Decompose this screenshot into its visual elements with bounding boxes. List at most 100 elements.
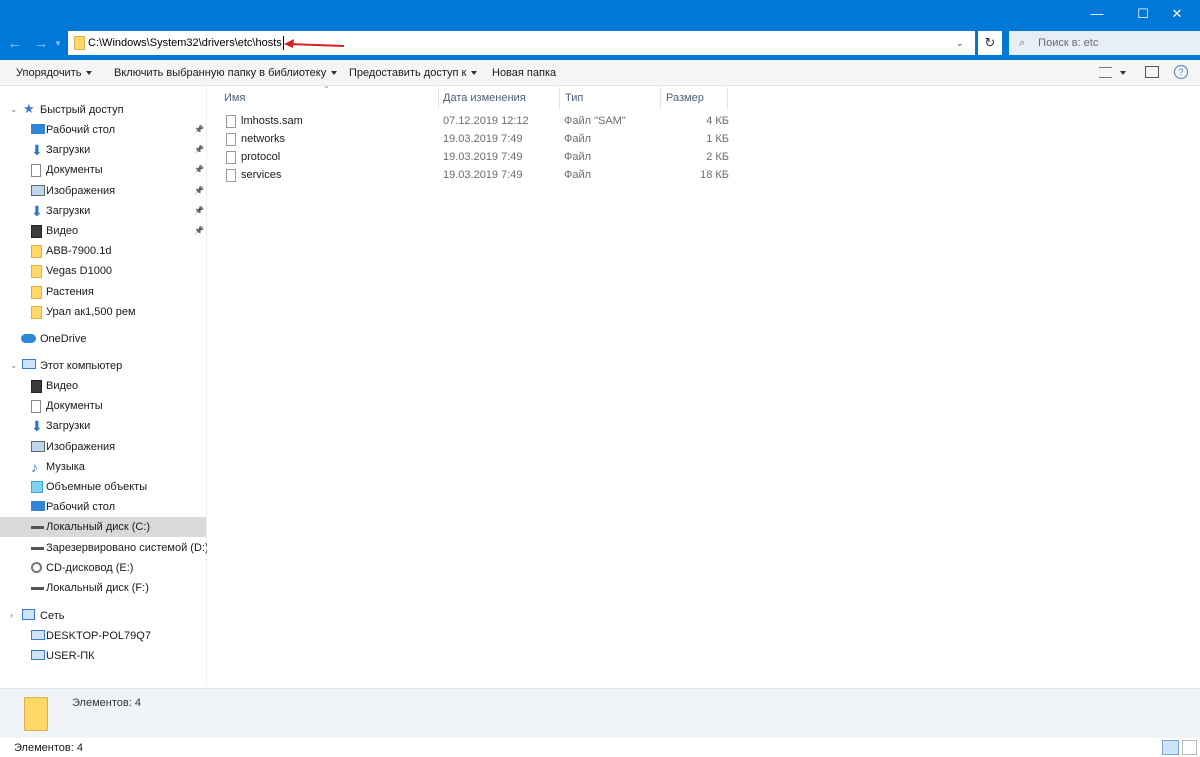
sidebar-item-label: Документы (46, 164, 103, 177)
file-modified: 19.03.2019 7:49 (443, 151, 523, 163)
sidebar-item[interactable]: CD-дисковод (E:) (0, 558, 206, 578)
music-icon: ♪ (31, 458, 38, 475)
share-with-button[interactable]: Предоставить доступ к (349, 67, 478, 79)
sidebar-item-label: Документы (46, 400, 103, 413)
network-icon (22, 609, 35, 620)
file-row[interactable]: services 19.03.2019 7:49 Файл 18 КБ (223, 167, 729, 185)
sidebar-item-quick-access[interactable]: ⌄ ★ Быстрый доступ (0, 100, 206, 120)
sidebar-item[interactable]: USER-ПК (0, 646, 206, 666)
address-path[interactable]: C:\Windows\System32\drivers\etc\hosts (88, 36, 284, 50)
sidebar-item-label: Этот компьютер (40, 360, 123, 372)
sidebar-item[interactable]: Рабочий стол (0, 497, 206, 517)
column-header-modified[interactable]: Дата изменения (439, 87, 560, 109)
refresh-button[interactable]: ↻ (978, 31, 1002, 55)
details-view-button[interactable] (1162, 740, 1179, 755)
pin-icon[interactable]: 📌 (194, 125, 204, 134)
sidebar-item-onedrive[interactable]: OneDrive (0, 329, 206, 349)
computer-icon (22, 359, 36, 369)
address-dropdown-icon[interactable]: ⌄ (956, 38, 964, 49)
sidebar-item[interactable]: Vegas D1000 (0, 261, 206, 281)
address-bar[interactable]: C:\Windows\System32\drivers\etc\hosts ⌄ (68, 31, 975, 55)
drive-icon (31, 521, 44, 530)
sidebar-item-this-pc[interactable]: ⌄ Этот компьютер (0, 356, 206, 376)
pin-icon[interactable]: 📌 (194, 145, 204, 154)
sidebar-item[interactable]: Объемные объекты (0, 477, 206, 497)
sidebar-item[interactable]: DESKTOP-POL79Q7 (0, 626, 206, 646)
file-type: Файл "SAM" (564, 115, 626, 127)
sidebar-item[interactable]: Урал ак1,500 рем (0, 302, 206, 322)
pin-icon[interactable]: 📌 (194, 165, 204, 174)
navigation-pane: ⌄ ★ Быстрый доступ Рабочий стол 📌 ⬇ Загрузк… (0, 87, 209, 687)
pin-icon[interactable]: 📌 (194, 206, 204, 215)
help-icon[interactable]: ? (1174, 65, 1188, 79)
large-icons-view-button[interactable] (1182, 740, 1197, 755)
search-input[interactable]: ⌕ Поиск в: etc (1009, 31, 1200, 55)
file-row[interactable]: protocol 19.03.2019 7:49 Файл 2 КБ (223, 149, 729, 167)
sidebar-item[interactable]: ⬇ Загрузки 📌 (0, 140, 206, 160)
chevron-down-icon[interactable] (1120, 71, 1126, 75)
pin-icon[interactable]: 📌 (194, 226, 204, 235)
sidebar-item[interactable]: Документы 📌 (0, 160, 206, 180)
file-name: services (241, 169, 282, 181)
folder-icon (74, 36, 85, 50)
star-icon: ★ (23, 101, 35, 116)
file-type: Файл (564, 151, 592, 163)
file-name: lmhosts.sam (241, 115, 303, 127)
file-modified: 07.12.2019 12:12 (443, 115, 529, 127)
sidebar-item[interactable]: ♪ Музыка (0, 457, 206, 477)
recent-locations-button[interactable]: ▼ (52, 33, 64, 53)
file-type: Файл (564, 133, 592, 145)
sidebar-item[interactable]: Изображения 📌 (0, 181, 206, 201)
status-item-count: Элементов: 4 (14, 742, 83, 754)
documents-icon (31, 164, 41, 178)
sidebar-item-label: Видео (46, 380, 79, 392)
sidebar-item[interactable]: Растения (0, 282, 206, 302)
column-header-type[interactable]: Тип (560, 87, 661, 109)
sidebar-item[interactable]: Рабочий стол 📌 (0, 120, 206, 140)
sidebar-item[interactable]: ABB-7900.1d (0, 241, 206, 261)
close-button[interactable]: ✕ (1154, 0, 1200, 27)
sidebar-item-label: Изображения (46, 440, 116, 453)
chevron-down-icon (86, 71, 93, 75)
view-options-icon[interactable] (1099, 67, 1112, 78)
sidebar-item-label: ABB-7900.1d (46, 245, 112, 258)
forward-button[interactable]: → (30, 33, 52, 53)
sidebar-item[interactable]: Локальный диск (F:) (0, 578, 206, 598)
folder-icon (31, 245, 42, 259)
sidebar-item[interactable]: Зарезервировано системой (D:) (0, 538, 209, 558)
include-in-library-button[interactable]: Включить выбранную папку в библиотеку (114, 67, 338, 79)
minimize-button[interactable]: — (1074, 0, 1120, 27)
column-header-name[interactable]: Имя (207, 87, 439, 109)
sidebar-item[interactable]: Локальный диск (C:) (0, 517, 206, 538)
new-folder-button[interactable]: Новая папка (492, 67, 556, 79)
sidebar-item-label: USER-ПК (46, 650, 95, 663)
video-icon (31, 225, 42, 238)
sidebar-item-network[interactable]: › Сеть (0, 606, 206, 626)
preview-pane-icon[interactable] (1145, 66, 1159, 78)
organize-button[interactable]: Упорядочить (16, 67, 93, 79)
drive-icon (31, 582, 44, 590)
title-bar: — ☐ ✕ (0, 0, 1200, 27)
chevron-down-icon (471, 71, 478, 75)
sidebar-item-label: Быстрый доступ (40, 104, 124, 116)
download-icon: ⬇ (31, 418, 43, 435)
file-size: 1 КБ (706, 133, 729, 145)
sidebar-item-label: Объемные объекты (46, 481, 148, 493)
sidebar-item-label: Загрузки (46, 144, 91, 157)
sidebar-item[interactable]: ⬇ Загрузки (0, 416, 206, 436)
sidebar-item-label: Рабочий стол (46, 501, 116, 514)
sidebar-item[interactable]: Видео 📌 (0, 221, 206, 241)
search-icon: ⌕ (1019, 36, 1026, 49)
sidebar-item[interactable]: Изображения (0, 437, 206, 457)
pin-icon[interactable]: 📌 (194, 186, 204, 195)
column-header-size[interactable]: Размер (661, 87, 728, 109)
back-button[interactable]: ← (4, 33, 26, 53)
sidebar-item-label: Видео (46, 225, 79, 237)
sidebar-item[interactable]: Документы (0, 396, 206, 416)
file-row[interactable]: lmhosts.sam 07.12.2019 12:12 Файл "SAM" 4 К… (223, 113, 729, 131)
sidebar-item[interactable]: ⬇ Загрузки 📌 (0, 201, 206, 221)
file-row[interactable]: networks 19.03.2019 7:49 Файл 1 КБ (223, 131, 729, 149)
cd-drive-icon (31, 561, 42, 573)
folder-icon (31, 265, 42, 279)
sidebar-item[interactable]: Видео (0, 376, 206, 396)
